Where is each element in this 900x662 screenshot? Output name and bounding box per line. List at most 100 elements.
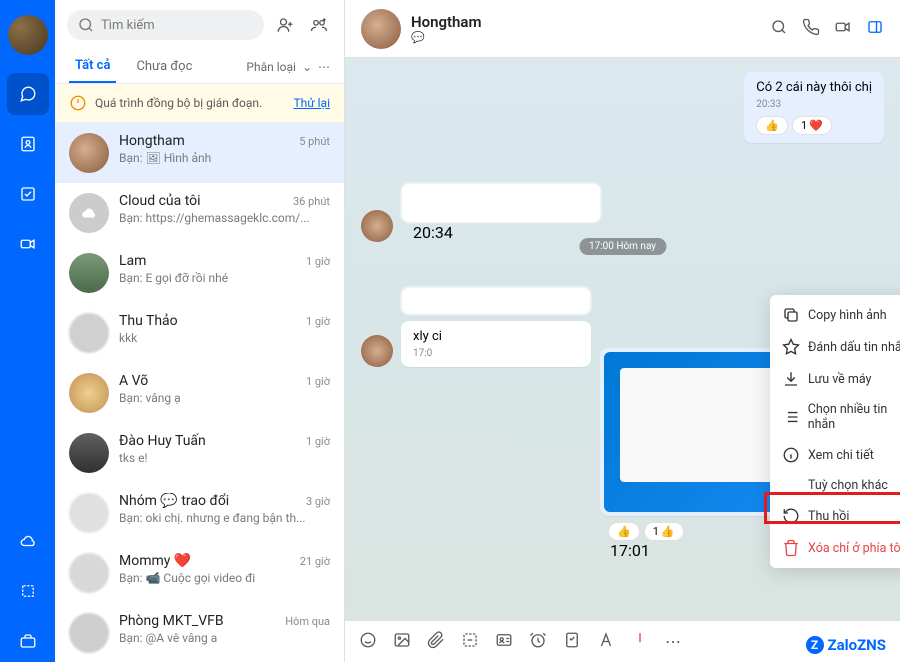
menu-multi-select[interactable]: Chọn nhiều tin nhắn (770, 395, 900, 439)
time-divider: 17:00 Hôm nay (579, 238, 666, 255)
menu-recall[interactable]: Thu hồi (770, 500, 900, 532)
conversation-item[interactable]: Cloud của tôi 36 phút Bạn: https://ghemass… (55, 183, 344, 243)
search-input[interactable]: Tìm kiếm (67, 10, 264, 40)
conversation-item[interactable]: Nhóm 💬 trao đổi3 giờBạn: oki chị. nhưng … (55, 483, 344, 543)
attach-icon[interactable] (427, 631, 445, 653)
message-bubble[interactable]: Có 2 cái này thôi chị 20:33 👍 1 ❤️ (744, 72, 884, 143)
nav-snippet-icon[interactable] (7, 570, 49, 612)
conv-snippet: Bạn: https://ghemassageklc.com/... (119, 211, 330, 225)
conv-time: 36 phút (293, 195, 330, 208)
sync-warning-icon (69, 94, 87, 112)
conv-name: Thu Thảo (119, 313, 178, 329)
menu-more-options[interactable]: Tuỳ chọn khác› (770, 471, 900, 500)
my-avatar[interactable] (8, 15, 48, 55)
tab-all[interactable]: Tất cả (69, 50, 116, 83)
react-count[interactable]: 1 ❤️ (792, 116, 832, 135)
menu-save[interactable]: Lưu về máy (770, 363, 900, 395)
conv-name: Hongtham (119, 133, 185, 149)
conversation-item[interactable]: Hongtham5 phútBạn: 🖼 Hình ảnh (55, 123, 344, 183)
image-icon[interactable] (393, 631, 411, 653)
conversation-item[interactable]: Đào Huy Tuấn1 giờtks e! (55, 423, 344, 483)
conversation-item[interactable]: Mommy ❤️21 giờBạn: 📹 Cuộc gọi video đi (55, 543, 344, 603)
message-bubble[interactable] (401, 287, 591, 315)
conv-snippet: Bạn: 🖼 Hình ảnh (119, 151, 330, 165)
nav-video-icon[interactable] (7, 223, 49, 265)
react-count[interactable]: 1 👍 (644, 522, 684, 541)
conv-snippet: Bạn: vâng ạ (119, 391, 330, 405)
conv-name: A Võ (119, 373, 148, 389)
header-search-icon[interactable] (770, 18, 788, 40)
menu-copy-image[interactable]: Copy hình ảnh (770, 299, 900, 331)
task-icon[interactable] (563, 631, 581, 653)
conversation-item[interactable]: Thu Thảo 1 giờ kkk (55, 303, 344, 363)
chat-subtitle: 💬 (411, 31, 482, 44)
avatar (69, 313, 109, 353)
more-composer-icon[interactable]: ⋯ (665, 632, 681, 651)
context-menu: Copy hình ảnh Đánh dấu tin nhắn Lưu về m… (770, 295, 900, 568)
header-video-icon[interactable] (834, 18, 852, 40)
chat-header: Hongtham 💬 (345, 0, 900, 58)
menu-detail[interactable]: Xem chi tiết (770, 439, 900, 471)
conversation-item[interactable]: Lam1 giờBạn: E gọi đỡ rồi nhé (55, 243, 344, 303)
search-icon (77, 16, 95, 34)
message-bubble[interactable]: xly ci 17:0 (401, 321, 591, 367)
chevron-down-icon[interactable]: ⌄ (302, 60, 312, 74)
avatar (69, 133, 109, 173)
priority-icon[interactable] (631, 631, 649, 653)
conversation-list: Hongtham5 phútBạn: 🖼 Hình ảnh Cloud của … (55, 123, 344, 662)
chat-area: Hongtham 💬 Có 2 cái này thôi chị 20:33 👍… (345, 0, 900, 662)
header-call-icon[interactable] (802, 18, 820, 40)
zalo-icon: Z (806, 636, 824, 654)
message-text: Có 2 cái này thôi chị (756, 80, 872, 95)
avatar (69, 493, 109, 533)
conversation-item[interactable]: A Võ1 giờBạn: vâng ạ (55, 363, 344, 423)
message-time: 17:0 (413, 348, 579, 359)
contact-card-icon[interactable] (495, 631, 513, 653)
create-group-icon[interactable] (306, 12, 332, 38)
conversation-item[interactable]: Phòng MKT_VFBHôm quaBạn: @A vê vâng a (55, 603, 344, 662)
chat-avatar[interactable] (361, 9, 401, 49)
conv-snippet: kkk (119, 331, 330, 345)
tab-unread[interactable]: Chưa đọc (130, 51, 198, 82)
conv-snippet: Bạn: oki chị. nhưng e đang bận th... (119, 511, 330, 525)
message-time: 20:34 (413, 223, 601, 242)
nav-todo-icon[interactable] (7, 173, 49, 215)
message-image-bubble[interactable] (401, 183, 601, 223)
message-text: xly ci (413, 329, 442, 344)
react-like-button[interactable]: 👍 (608, 522, 640, 541)
sidebar: Tìm kiếm Tất cả Chưa đọc Phân loại ⌄ ⋯ Q… (55, 0, 345, 662)
conv-name: Lam (119, 253, 146, 269)
screenshot-icon[interactable] (461, 631, 479, 653)
avatar (69, 553, 109, 593)
conv-name: Mommy ❤️ (119, 553, 191, 569)
conv-time: 1 giờ (306, 435, 330, 448)
brand-logo: Z ZaloZNS (806, 636, 887, 654)
conv-name: Đào Huy Tuấn (119, 433, 206, 449)
nav-contacts-icon[interactable] (7, 123, 49, 165)
menu-delete-for-me[interactable]: Xóa chỉ ở phía tôi (770, 532, 900, 564)
conv-time: 1 giờ (306, 315, 330, 328)
nav-cloud-icon[interactable] (7, 520, 49, 562)
avatar (69, 193, 109, 233)
search-placeholder: Tìm kiếm (101, 18, 155, 33)
avatar (69, 373, 109, 413)
sync-retry-link[interactable]: Thử lại (293, 96, 330, 110)
conv-name: Cloud của tôi (119, 193, 201, 209)
message-avatar (361, 210, 393, 242)
nav-briefcase-icon[interactable] (7, 620, 49, 662)
filter-label[interactable]: Phân loại (246, 60, 296, 74)
conv-time: 21 giờ (300, 555, 330, 568)
react-like-button[interactable]: 👍 (756, 116, 788, 135)
menu-star-message[interactable]: Đánh dấu tin nhắn (770, 331, 900, 363)
reminder-icon[interactable] (529, 631, 547, 653)
format-icon[interactable] (597, 631, 615, 653)
sticker-icon[interactable] (359, 631, 377, 653)
header-panel-icon[interactable] (866, 18, 884, 40)
nav-rail (0, 0, 55, 662)
conv-time: Hôm qua (285, 615, 330, 628)
avatar (69, 253, 109, 293)
conv-name: Phòng MKT_VFB (119, 613, 224, 629)
nav-messages-icon[interactable] (7, 73, 49, 115)
more-icon[interactable]: ⋯ (318, 60, 330, 74)
add-friend-icon[interactable] (272, 12, 298, 38)
